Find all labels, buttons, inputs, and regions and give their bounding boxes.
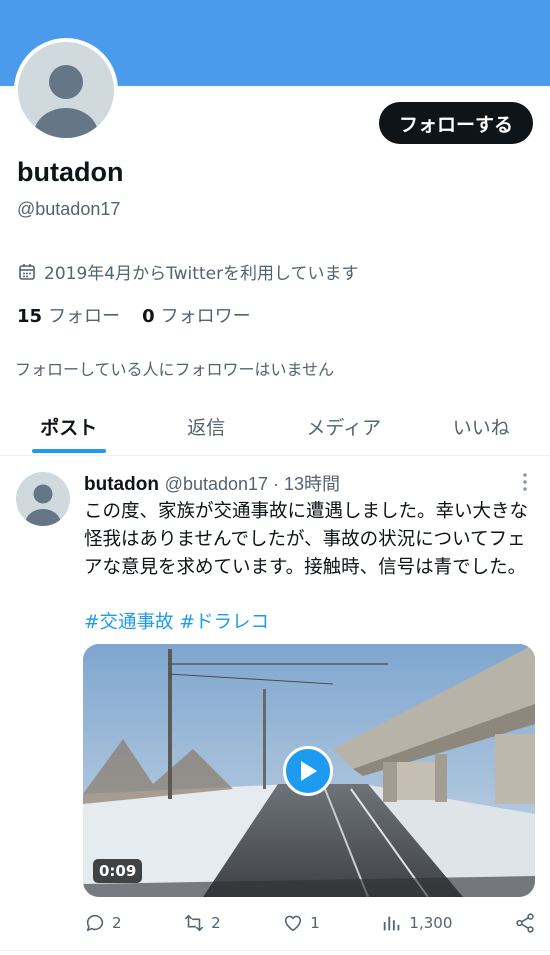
hashtag-link[interactable]: #交通事故: [84, 608, 174, 634]
tab-replies[interactable]: 返信: [138, 398, 276, 455]
video-player[interactable]: 0:09: [83, 644, 535, 897]
post-actions: 2 2 1 1,300: [84, 908, 536, 938]
reply-icon: [86, 914, 104, 932]
like-count: 1: [310, 914, 320, 932]
tab-posts[interactable]: ポスト: [0, 398, 138, 455]
post-author-name[interactable]: butadon: [84, 474, 159, 495]
followers-notice: フォローしている人にフォロワーはいません: [15, 360, 335, 379]
repost-icon: [184, 914, 204, 932]
share-button[interactable]: [514, 912, 536, 934]
reply-count: 2: [112, 914, 122, 932]
display-name: butadon: [17, 157, 124, 187]
more-icon[interactable]: [522, 472, 528, 492]
divider: [0, 950, 550, 951]
post-meta: @butadon17 · 13時間: [164, 474, 341, 494]
join-date: 2019年4月からTwitterを利用しています: [18, 259, 359, 284]
repost-count: 2: [211, 914, 221, 932]
default-avatar-icon: [18, 42, 114, 138]
post-header: butadon @butadon17 · 13時間: [84, 470, 340, 496]
tab-likes[interactable]: いいね: [413, 398, 550, 455]
post-hashtags: #交通事故 #ドラレコ: [84, 608, 269, 634]
hashtag-link[interactable]: #ドラレコ: [180, 608, 270, 634]
follow-button[interactable]: フォローする: [378, 102, 533, 144]
reply-button[interactable]: 2: [84, 912, 122, 934]
like-icon: [285, 915, 302, 932]
profile-avatar[interactable]: [14, 38, 118, 142]
followers-link[interactable]: 0 フォロワー: [142, 302, 251, 328]
post-avatar[interactable]: [16, 472, 70, 526]
views-icon: [384, 916, 400, 931]
following-link[interactable]: 15 フォロー: [17, 302, 120, 328]
repost-button[interactable]: 2: [183, 912, 221, 934]
like-button[interactable]: 1: [282, 912, 320, 934]
user-handle: @butadon17: [17, 199, 121, 219]
post[interactable]: butadon @butadon17 · 13時間 この度、家族が交通事故に遭遇…: [0, 456, 550, 955]
share-icon: [516, 913, 534, 933]
calendar-icon: [19, 263, 35, 280]
play-icon: [301, 761, 317, 781]
play-button[interactable]: [283, 746, 333, 796]
join-date-text: 2019年4月からTwitterを利用しています: [44, 264, 359, 284]
tab-media[interactable]: メディア: [275, 398, 413, 455]
post-text: この度、家族が交通事故に遭遇しました。幸い大きな怪我はありませんでしたが、事故の…: [84, 501, 529, 578]
video-duration: 0:09: [93, 859, 143, 883]
views-button[interactable]: 1,300: [381, 912, 452, 934]
profile-tabs: ポスト 返信 メディア いいね: [0, 398, 550, 456]
follow-counts: 15 フォロー 0 フォロワー: [17, 302, 251, 328]
view-count: 1,300: [409, 914, 453, 932]
